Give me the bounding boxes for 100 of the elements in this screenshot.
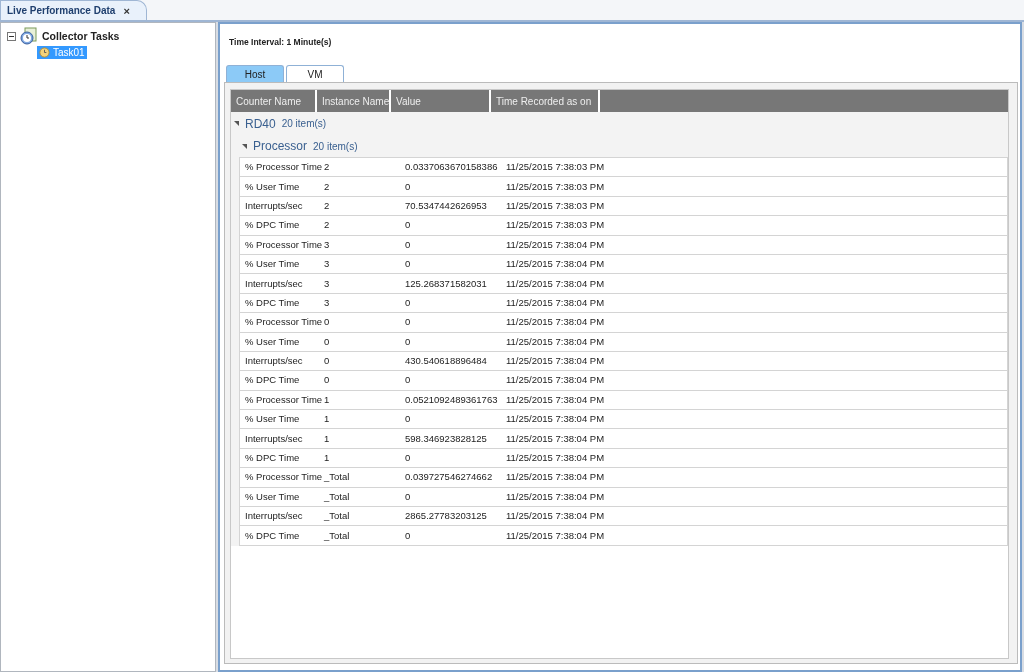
clock-icon xyxy=(39,47,50,58)
table-row[interactable]: % User Time 0 0 11/25/2015 7:38:04 PM xyxy=(239,332,1008,352)
table-cell-text: Interrupts/sec xyxy=(244,198,304,213)
time-interval-label: Time Interval: 1 Minute(s) xyxy=(228,36,333,49)
column-header[interactable]: Time Recorded as on xyxy=(491,90,598,112)
table-cell-text: Interrupts/sec xyxy=(244,276,304,291)
table-row[interactable]: % User Time 2 0 11/25/2015 7:38:03 PM xyxy=(239,177,1008,197)
table-cell-text: Interrupts/sec xyxy=(244,509,304,524)
table-cell-text: 11/25/2015 7:38:04 PM xyxy=(505,509,606,524)
table-cell-text: Interrupts/sec xyxy=(244,431,304,446)
table-row[interactable]: % Processor Time 2 0.0337063670158386 11/25/2015 7:38:03 PM xyxy=(239,157,1008,178)
table-cell-text: % User Time xyxy=(244,257,301,272)
table-cell-text: 11/25/2015 7:38:04 PM xyxy=(505,334,606,349)
table-cell-text: 0 xyxy=(404,315,412,330)
tab[interactable]: Host xyxy=(226,65,284,82)
table-cell-text: 11/25/2015 7:38:04 PM xyxy=(505,295,606,310)
table-cell-text: 1 xyxy=(323,451,331,466)
group-name: Processor xyxy=(253,139,308,153)
table-row[interactable]: Interrupts/sec 2 70.5347442626953 11/25/2015 7:38:03 PM xyxy=(239,196,1008,217)
collapse-icon[interactable] xyxy=(7,31,16,41)
collapse-icon[interactable] xyxy=(233,120,239,127)
table-cell-text: 0 xyxy=(404,257,412,272)
table-row[interactable]: % User Time _Total 0 11/25/2015 7:38:04 PM xyxy=(239,487,1008,508)
table-cell-text: 70.5347442626953 xyxy=(404,198,488,213)
table-cell-text: % DPC Time xyxy=(244,218,301,233)
table-cell-text: 0 xyxy=(323,354,331,369)
tree-item[interactable]: Collector Tasks xyxy=(42,30,120,42)
table-row[interactable]: % DPC Time 1 0 11/25/2015 7:38:04 PM xyxy=(239,448,1008,469)
table-cell-text: _Total xyxy=(323,509,351,524)
table-row[interactable]: Interrupts/sec _Total 2865.27783203125 11/25/2015 7:38:04 PM xyxy=(239,507,1008,527)
table-cell-text: 0 xyxy=(404,218,412,233)
table-row[interactable]: % DPC Time 0 0 11/25/2015 7:38:04 PM xyxy=(239,371,1008,391)
table-row[interactable]: % DPC Time 3 0 11/25/2015 7:38:04 PM xyxy=(239,293,1008,314)
table-cell-text: 1 xyxy=(323,412,331,427)
table-cell-text: 11/25/2015 7:38:04 PM xyxy=(505,257,606,272)
table-cell-text: % User Time xyxy=(244,334,301,349)
table-cell-text: Interrupts/sec xyxy=(244,354,304,369)
table-cell-text: % User Time xyxy=(244,412,301,427)
clipboard-clock-icon xyxy=(20,27,38,45)
table-cell-text: _Total xyxy=(323,528,351,543)
table-cell-text: 11/25/2015 7:38:04 PM xyxy=(505,392,606,407)
table-cell-text: 0 xyxy=(404,412,412,427)
table-cell-text: 0 xyxy=(404,373,412,388)
table-cell-text: 1 xyxy=(323,431,331,446)
group-name: RD40 xyxy=(245,116,276,131)
table-row[interactable]: % User Time 1 0 11/25/2015 7:38:04 PM xyxy=(239,410,1008,430)
table-row[interactable]: % Processor Time _Total 0.039727546274662 11/25/2015 7:38:04 PM xyxy=(239,468,1008,488)
table-cell-text: % User Time xyxy=(244,489,301,504)
table-cell-text: 0.0337063670158386 xyxy=(404,160,499,175)
table-cell-text: 3 xyxy=(323,295,331,310)
table-cell-text: _Total xyxy=(323,489,351,504)
table-cell-text: 0 xyxy=(404,489,412,504)
table-cell-text: 125.268371582031 xyxy=(404,276,488,291)
table-cell-text: 0 xyxy=(404,451,412,466)
table-row[interactable]: % DPC Time 2 0 11/25/2015 7:38:03 PM xyxy=(239,216,1008,236)
table-cell-text: 11/25/2015 7:38:03 PM xyxy=(505,160,606,175)
table-cell-text: 11/25/2015 7:38:04 PM xyxy=(505,431,606,446)
table-cell-text: 0 xyxy=(404,237,412,252)
column-header[interactable]: Value xyxy=(391,90,489,112)
group-count: 20 item(s) xyxy=(313,140,358,152)
table-cell-text: % DPC Time xyxy=(244,295,301,310)
table-row[interactable]: % User Time 3 0 11/25/2015 7:38:04 PM xyxy=(239,254,1008,275)
column-header[interactable]: Instance Name xyxy=(317,90,389,112)
table-cell-text: 0 xyxy=(404,528,412,543)
table-row[interactable]: % Processor Time 0 0 11/25/2015 7:38:04 PM xyxy=(239,313,1008,333)
table-row[interactable]: Interrupts/sec 0 430.540618896484 11/25/2015 7:38:04 PM xyxy=(239,351,1008,372)
table-cell-text: 11/25/2015 7:38:04 PM xyxy=(505,412,606,427)
collapse-icon[interactable] xyxy=(241,143,247,149)
tab[interactable]: VM xyxy=(286,65,344,82)
table-cell-text: 11/25/2015 7:38:03 PM xyxy=(505,179,606,194)
table-cell-text: 430.540618896484 xyxy=(404,354,488,369)
table-row[interactable]: Interrupts/sec 3 125.268371582031 11/25/2015 7:38:04 PM xyxy=(239,274,1008,294)
table-cell-text: 3 xyxy=(323,276,331,291)
table-cell-text: 11/25/2015 7:38:04 PM xyxy=(505,451,606,466)
close-icon[interactable]: × xyxy=(123,4,130,17)
table-cell-text: 2865.27783203125 xyxy=(404,509,488,524)
table-cell-text: 11/25/2015 7:38:04 PM xyxy=(505,276,606,291)
table-cell-text: 0.0521092489361763 xyxy=(404,392,499,407)
table-cell-text: 11/25/2015 7:38:04 PM xyxy=(505,470,606,485)
table-cell-text: 11/25/2015 7:38:04 PM xyxy=(505,489,606,504)
table-cell-text: 11/25/2015 7:38:03 PM xyxy=(505,198,606,213)
table-row[interactable]: % DPC Time _Total 0 11/25/2015 7:38:04 PM xyxy=(239,526,1008,546)
table-cell-text: 2 xyxy=(323,198,331,213)
table-cell-text: 11/25/2015 7:38:04 PM xyxy=(505,528,606,543)
table-cell-text: 2 xyxy=(323,179,331,194)
table-cell-text: 11/25/2015 7:38:04 PM xyxy=(505,237,606,252)
table-cell-text: 11/25/2015 7:38:04 PM xyxy=(505,354,606,369)
table-cell-text: % User Time xyxy=(244,179,301,194)
table-cell-text: % DPC Time xyxy=(244,451,301,466)
table-cell-text: 2 xyxy=(323,218,331,233)
table-cell-text: 0.039727546274662 xyxy=(404,470,494,485)
table-row[interactable]: Interrupts/sec 1 598.346923828125 11/25/2015 7:38:04 PM xyxy=(239,429,1008,449)
column-header[interactable]: Counter Name xyxy=(231,90,315,112)
table-cell-text: 0 xyxy=(404,334,412,349)
table-row[interactable]: % Processor Time 1 0.0521092489361763 11/25/2015 7:38:04 PM xyxy=(239,390,1008,411)
table-cell-text: 0 xyxy=(404,179,412,194)
table-cell-text: 11/25/2015 7:38:03 PM xyxy=(505,218,606,233)
table-row[interactable]: % Processor Time 3 0 11/25/2015 7:38:04 PM xyxy=(239,235,1008,255)
document-tab-title: Live Performance Data xyxy=(7,5,116,16)
document-tab[interactable]: Live Performance Data × xyxy=(0,0,147,20)
